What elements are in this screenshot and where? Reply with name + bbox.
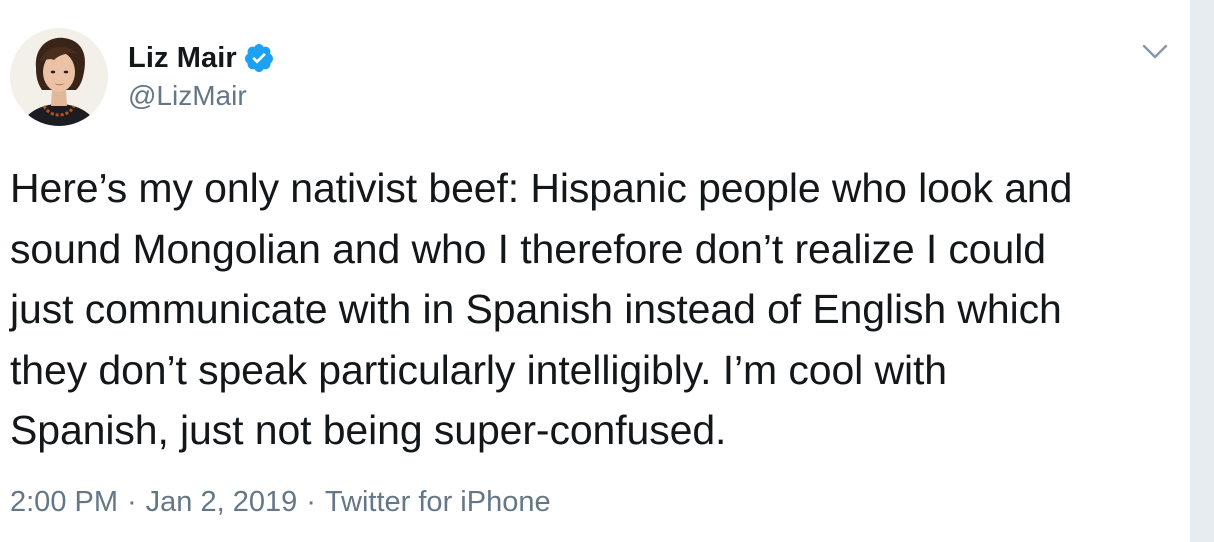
tweet-card: Liz Mair @LizMair Here’s my only nativis… <box>0 0 1190 542</box>
side-panel <box>1190 0 1214 542</box>
display-name[interactable]: Liz Mair <box>128 42 237 75</box>
avatar-image <box>10 28 108 126</box>
tweet-date[interactable]: Jan 2, 2019 <box>146 486 298 519</box>
chevron-down-icon[interactable] <box>1140 40 1170 64</box>
user-handle[interactable]: @LizMair <box>128 80 247 112</box>
avatar[interactable] <box>10 28 108 126</box>
verified-badge-icon <box>243 42 275 74</box>
separator: · <box>306 486 316 518</box>
separator: · <box>127 486 137 518</box>
tweet-source[interactable]: Twitter for iPhone <box>325 486 551 519</box>
tweet-metadata: 2:00 PM · Jan 2, 2019 · Twitter for iPho… <box>10 486 551 519</box>
user-name-row: Liz Mair <box>128 38 275 78</box>
tweet-time[interactable]: 2:00 PM <box>10 486 118 519</box>
page: Liz Mair @LizMair Here’s my only nativis… <box>0 0 1214 542</box>
tweet-text: Here’s my only nativist beef: Hispanic p… <box>10 165 1073 453</box>
